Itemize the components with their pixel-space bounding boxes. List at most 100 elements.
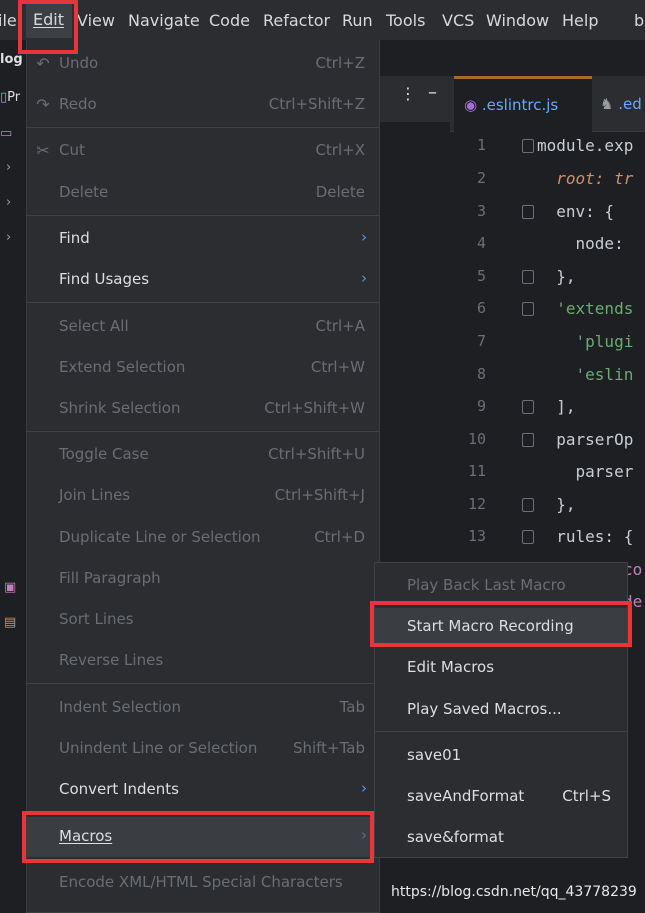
- code-line: 11 parser: [450, 462, 645, 494]
- minimize-icon[interactable]: –: [428, 82, 437, 103]
- line-number: 2: [476, 169, 486, 187]
- menu-item-indent-selection[interactable]: Indent Selection Tab: [27, 689, 379, 727]
- menu-item-join-lines[interactable]: Join Lines Ctrl+Shift+J: [27, 477, 379, 515]
- menu-navigate[interactable]: Navigate: [128, 11, 200, 30]
- menu-item-shortcut: Ctrl+Shift+Z: [268, 95, 365, 113]
- menu-item-label: Unindent Line or Selection: [59, 739, 258, 757]
- menu-item-toggle-case[interactable]: Toggle Case Ctrl+Shift+U: [27, 436, 379, 474]
- code-text: 'plugi: [537, 332, 634, 351]
- code-token: module.exp: [537, 136, 634, 155]
- code-text: parserOp: [537, 430, 634, 449]
- menu-window[interactable]: Window: [486, 11, 549, 30]
- fold-icon[interactable]: [522, 400, 534, 414]
- code-line: 10 parserOp: [450, 430, 645, 462]
- code-text: module.exp: [537, 136, 633, 155]
- fold-icon[interactable]: [522, 530, 534, 544]
- menu-item-duplicate-line[interactable]: Duplicate Line or Selection Ctrl+D: [27, 519, 379, 557]
- code-text: rules: {: [537, 527, 634, 546]
- menu-separator: [375, 731, 627, 732]
- code-line: 8 'eslin: [450, 365, 645, 397]
- fold-icon[interactable]: [522, 139, 534, 153]
- menu-tools[interactable]: Tools: [386, 11, 425, 30]
- menu-item-macro-save01[interactable]: save01: [375, 737, 627, 775]
- js-file-icon: ◉: [464, 96, 478, 114]
- fold-icon[interactable]: [522, 270, 534, 284]
- menu-item-play-saved-macros[interactable]: Play Saved Macros...: [375, 691, 627, 729]
- code-line: 5 },: [450, 267, 645, 299]
- menu-item-cut[interactable]: ✂ Cut Ctrl+X: [27, 132, 379, 170]
- chevron-right-icon[interactable]: ›: [6, 160, 11, 175]
- chevron-right-icon[interactable]: ›: [6, 195, 11, 210]
- undo-icon: ↶: [36, 54, 50, 73]
- line-number: 9: [476, 397, 486, 415]
- menu-item-find-usages[interactable]: Find Usages ›: [27, 261, 379, 299]
- menu-code[interactable]: Code: [209, 11, 250, 30]
- line-number: 8: [476, 365, 486, 383]
- menu-item-play-back-last-macro[interactable]: Play Back Last Macro: [375, 567, 627, 605]
- menu-item-label: Redo: [59, 95, 97, 113]
- menu-item-unindent[interactable]: Unindent Line or Selection Shift+Tab: [27, 730, 379, 768]
- menu-vcs[interactable]: VCS: [442, 11, 474, 30]
- redo-icon: ↷: [36, 95, 50, 114]
- highlight-box-edit: [18, 0, 78, 54]
- editor-tabs: ◉ .eslintrc.js ♞ .ed: [450, 76, 645, 132]
- menu-item-label: Shrink Selection: [59, 399, 181, 417]
- menu-run[interactable]: Run: [342, 11, 373, 30]
- edit-menu: ↶ Undo Ctrl+Z ↷ Redo Ctrl+Shift+Z ✂ Cut Ctrl+X…: [26, 40, 380, 913]
- menu-item-encode-xml[interactable]: Encode XML/HTML Special Characters: [27, 864, 379, 902]
- line-number: 12: [467, 495, 486, 513]
- menu-item-label: Delete: [59, 183, 109, 201]
- menu-item-shortcut: Ctrl+W: [310, 358, 365, 376]
- menu-item-label: save01: [407, 746, 462, 764]
- scissors-icon: ✂: [36, 141, 50, 160]
- menu-item-label: Select All: [59, 317, 129, 335]
- menu-separator: [27, 215, 379, 216]
- tab-label: .eslintrc.js: [481, 96, 559, 114]
- menu-item-shrink-selection[interactable]: Shrink Selection Ctrl+Shift+W: [27, 390, 379, 428]
- menu-file[interactable]: ile: [0, 11, 17, 30]
- menu-item-extend-selection[interactable]: Extend Selection Ctrl+W: [27, 349, 379, 387]
- fold-icon[interactable]: [522, 302, 534, 316]
- line-number: 5: [476, 267, 486, 285]
- pr-label: Pr: [7, 90, 21, 105]
- fold-icon[interactable]: [522, 433, 534, 447]
- menu-item-macro-saveandformat[interactable]: saveAndFormat Ctrl+S: [375, 778, 627, 816]
- menu-item-shortcut: Delete: [315, 183, 365, 201]
- menu-item-label: Toggle Case: [59, 445, 149, 463]
- fold-icon[interactable]: [522, 498, 534, 512]
- menu-item-select-all[interactable]: Select All Ctrl+A: [27, 308, 379, 346]
- menubar: ile Edit View Navigate Code Refactor Run…: [0, 0, 645, 40]
- tab-eslintrc[interactable]: ◉ .eslintrc.js: [454, 76, 592, 132]
- tab-ed[interactable]: ♞ .ed: [600, 76, 642, 132]
- menu-refactor[interactable]: Refactor: [263, 11, 330, 30]
- menu-item-label: Undo: [59, 54, 99, 72]
- menu-item-edit-macros[interactable]: Edit Macros: [375, 649, 627, 687]
- project-label: log: [0, 52, 23, 67]
- menu-help[interactable]: Help: [562, 11, 598, 30]
- menu-item-macro-save-and-format[interactable]: save&format: [375, 819, 627, 857]
- chevron-right-icon: ›: [361, 228, 367, 246]
- line-number: 1: [476, 136, 486, 154]
- menu-item-redo[interactable]: ↷ Redo Ctrl+Shift+Z: [27, 86, 379, 124]
- menu-item-shortcut: Ctrl+Shift+J: [274, 486, 365, 504]
- code-text: env: {: [537, 202, 615, 221]
- line-number: 11: [467, 462, 486, 480]
- code-text: root: tr: [537, 169, 634, 188]
- highlight-box-macros: [22, 811, 374, 863]
- more-options-icon[interactable]: ⋮: [400, 84, 416, 103]
- menu-item-reverse-lines[interactable]: Reverse Lines: [27, 642, 379, 680]
- menu-item-label: Encode XML/HTML Special Characters: [59, 873, 343, 891]
- menu-item-undo[interactable]: ↶ Undo Ctrl+Z: [27, 45, 379, 83]
- menu-item-shortcut: Ctrl+A: [315, 317, 365, 335]
- menu-item-fill-paragraph[interactable]: Fill Paragraph: [27, 560, 379, 598]
- menu-item-find[interactable]: Find ›: [27, 220, 379, 258]
- menu-item-delete[interactable]: Delete Delete: [27, 174, 379, 212]
- fold-icon[interactable]: [522, 205, 534, 219]
- menu-item-label: Duplicate Line or Selection: [59, 528, 261, 546]
- tool-window-header: ⋮ –: [380, 76, 450, 122]
- menu-view[interactable]: View: [77, 11, 115, 30]
- chevron-right-icon[interactable]: ›: [6, 230, 11, 245]
- menu-item-sort-lines[interactable]: Sort Lines: [27, 601, 379, 639]
- menu-item-convert-indents[interactable]: Convert Indents ›: [27, 771, 379, 809]
- code-line: 9 ],: [450, 397, 645, 429]
